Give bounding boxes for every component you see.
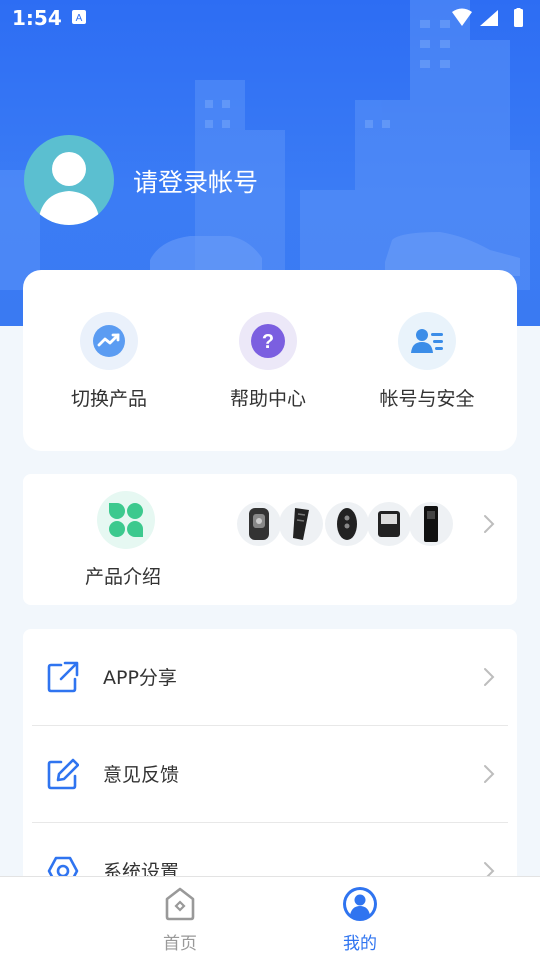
chevron-right-icon <box>484 668 495 686</box>
signal-icon <box>480 10 498 26</box>
tab-label: 我的 <box>343 934 377 954</box>
quick-action-account-security[interactable]: 帐号与安全 <box>357 312 497 411</box>
feedback-icon <box>47 758 79 790</box>
notification-app-icon: A <box>72 10 86 24</box>
quick-action-label: 帐号与安全 <box>379 388 475 410</box>
tab-home[interactable]: 首页 <box>140 885 220 954</box>
bottom-tab-bar: 首页 我的 <box>0 876 540 961</box>
product-thumbnail <box>325 502 369 546</box>
tab-label: 首页 <box>163 934 197 954</box>
clover-icon <box>97 491 155 549</box>
status-time: 1:54 <box>12 6 62 30</box>
home-icon <box>165 887 195 921</box>
chevron-right-icon <box>484 515 495 533</box>
product-thumbnails <box>237 502 457 546</box>
quick-action-help-center[interactable]: ? 帮助中心 <box>198 312 338 411</box>
product-thumbnail <box>237 502 281 546</box>
account-security-icon <box>398 312 456 370</box>
help-icon: ? <box>239 312 297 370</box>
login-prompt[interactable]: 请登录帐号 <box>133 163 258 199</box>
menu-item-app-share[interactable]: APP分享 <box>23 629 517 725</box>
wifi-icon <box>452 8 472 26</box>
menu-item-label: 意见反馈 <box>103 764 180 786</box>
user-silhouette-icon <box>38 152 100 225</box>
quick-action-label: 帮助中心 <box>229 388 306 410</box>
switch-product-icon <box>80 312 138 370</box>
avatar[interactable] <box>24 135 114 225</box>
quick-action-label: 切换产品 <box>70 388 147 410</box>
product-thumbnail <box>409 502 453 546</box>
svg-text:A: A <box>76 13 83 24</box>
quick-action-switch-product[interactable]: 切换产品 <box>39 312 179 411</box>
menu-card: APP分享 意见反馈 系统设置 <box>23 629 517 889</box>
svg-text:?: ? <box>262 331 274 353</box>
menu-item-label: APP分享 <box>103 667 177 689</box>
status-icons <box>452 8 523 27</box>
chevron-right-icon <box>484 765 495 783</box>
menu-item-feedback[interactable]: 意见反馈 <box>23 726 517 822</box>
tab-profile[interactable]: 我的 <box>320 885 400 954</box>
battery-icon <box>514 9 523 27</box>
share-icon <box>47 661 79 693</box>
product-intro-label: 产品介绍 <box>85 566 162 588</box>
product-intro-card[interactable]: 产品介绍 <box>23 474 517 605</box>
status-bar: 1:54 A <box>0 0 540 36</box>
product-thumbnail <box>279 502 323 546</box>
quick-actions-card: 切换产品 ? 帮助中心 帐号与安全 <box>23 270 517 451</box>
profile-icon <box>343 887 377 921</box>
product-thumbnail <box>367 502 411 546</box>
